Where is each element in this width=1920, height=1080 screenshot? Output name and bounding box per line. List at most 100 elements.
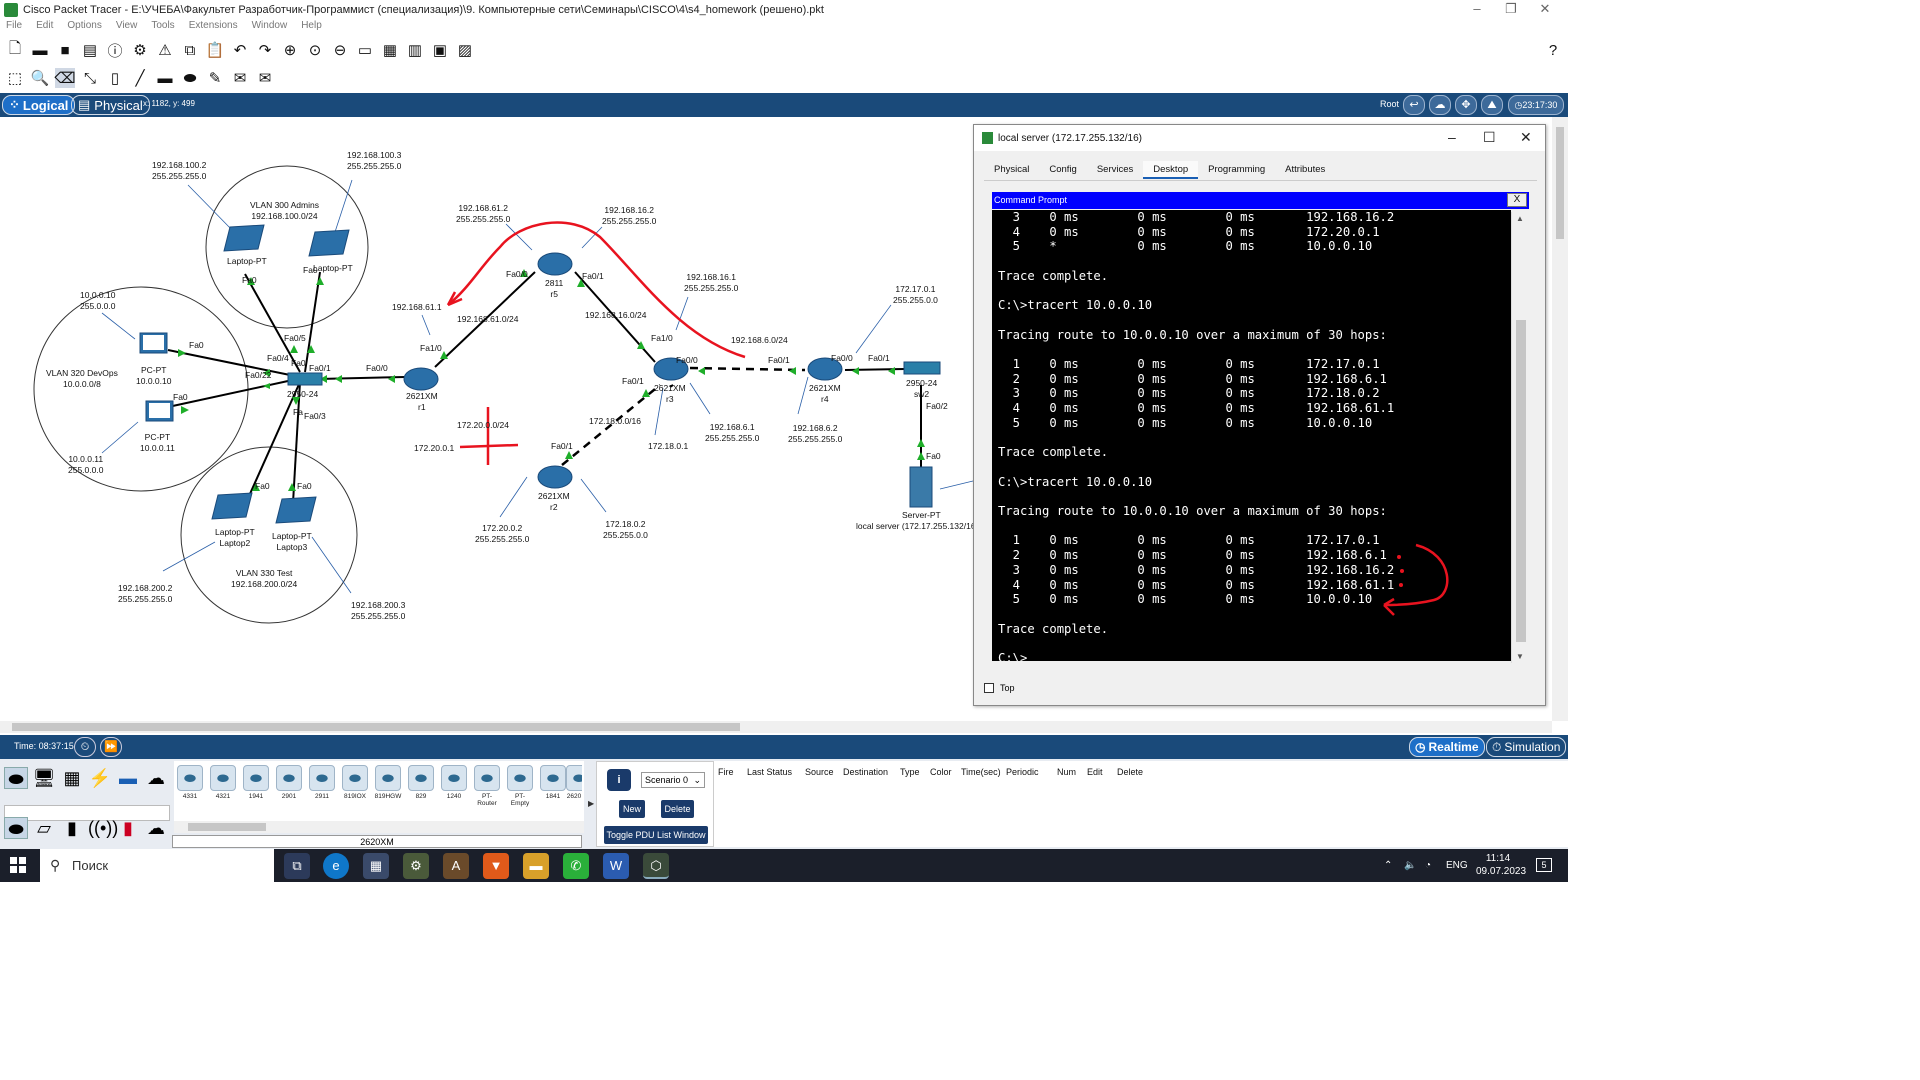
pdf-icon[interactable]: A <box>443 853 469 879</box>
model-819hgw[interactable]: ⬬ 819HGW <box>374 765 402 800</box>
tab-physical[interactable]: Physical <box>984 161 1039 179</box>
laptop1-device[interactable]: Laptop-PT <box>313 263 353 274</box>
network-devices-icon[interactable]: ⬬ <box>4 767 28 789</box>
r4-device[interactable]: 2621XM r4 <box>809 383 841 405</box>
model-pt-router[interactable]: ⬬ PT-Router <box>473 765 501 807</box>
tab-attributes[interactable]: Attributes <box>1275 161 1335 179</box>
fast-forward-icon[interactable]: ⏩ <box>100 737 122 757</box>
app-icon[interactable]: ⚙ <box>403 853 429 879</box>
taskbar-clock[interactable]: 11:14 09.07.2023 <box>1476 852 1526 878</box>
device-window-titlebar[interactable]: local server (172.17.255.132/16) – ☐ ✕ <box>974 125 1545 151</box>
screenshot-icon[interactable]: ▨ <box>455 40 475 60</box>
hubs-icon[interactable]: ▮ <box>60 817 84 839</box>
notifications-icon[interactable]: 5 <box>1536 858 1552 872</box>
r5-device[interactable]: 2811 r5 <box>545 278 563 300</box>
zoom-out-icon[interactable]: ⊖ <box>330 40 350 60</box>
pdu-col-color[interactable]: Color <box>930 767 952 777</box>
packet-tracer-task-icon[interactable]: ⬡ <box>643 853 669 879</box>
note-icon[interactable]: ▯ <box>105 68 125 88</box>
model-4331[interactable]: ⬬ 4331 <box>176 765 204 800</box>
tray-expand-icon[interactable]: ⌃ <box>1384 859 1392 872</box>
activity-wizard-icon[interactable]: ⚠ <box>155 40 175 60</box>
menu-extensions[interactable]: Extensions <box>189 20 238 35</box>
expand-arrow-icon[interactable]: ▶ <box>588 799 594 808</box>
model-pt-empty[interactable]: ⬬ PT-Empty <box>506 765 534 807</box>
undo-icon[interactable]: ↶ <box>230 40 250 60</box>
model-819iox[interactable]: ⬬ 819IOX <box>341 765 369 800</box>
security-icon[interactable]: ▮ <box>116 817 140 839</box>
zoom-reset-icon[interactable]: ⊙ <box>305 40 325 60</box>
freeform-icon[interactable]: ✎ <box>205 68 225 88</box>
delete-scenario-button[interactable]: Delete <box>661 800 694 818</box>
close-button[interactable]: ✕ <box>1530 0 1560 20</box>
laptop3-device[interactable]: Laptop-PT Laptop3 <box>272 531 312 553</box>
laptop0-device[interactable]: Laptop-PT <box>227 256 267 267</box>
server-device[interactable]: Server-PT local server (172.17.255.132/16… <box>856 510 973 532</box>
print-icon[interactable]: ▤ <box>80 40 100 60</box>
scroll-down-icon[interactable]: ▼ <box>1516 652 1524 661</box>
switches-icon[interactable]: ▱ <box>32 817 56 839</box>
model-2901[interactable]: ⬬ 2901 <box>275 765 303 800</box>
laptop2-device[interactable]: Laptop-PT Laptop2 <box>215 527 255 549</box>
menu-help[interactable]: Help <box>301 20 322 35</box>
scrollbar-thumb[interactable] <box>12 723 740 731</box>
calculator-icon[interactable]: ▦ <box>363 853 389 879</box>
inspect-icon[interactable]: 🔍 <box>30 68 50 88</box>
model-1941[interactable]: ⬬ 1941 <box>242 765 270 800</box>
move-object-icon[interactable]: ✥ <box>1455 95 1477 115</box>
routers-icon[interactable]: ⬬ <box>4 817 28 839</box>
device-maximize-button[interactable]: ☐ <box>1483 129 1496 146</box>
info-icon[interactable]: ⓘ <box>105 40 125 60</box>
file-explorer-icon[interactable]: ▬ <box>523 853 549 879</box>
word-icon[interactable]: W <box>603 853 629 879</box>
toggle-pdu-list-button[interactable]: Toggle PDU List Window <box>604 826 708 844</box>
terminal-scrollbar[interactable]: ▲ ▼ <box>1511 212 1529 663</box>
command-prompt-close-button[interactable]: X <box>1507 193 1527 207</box>
delete-icon[interactable]: ⌫ <box>54 68 76 88</box>
r2-device[interactable]: 2621XM r2 <box>538 491 570 513</box>
scenario-select[interactable]: Scenario 0 ⌄ <box>641 772 705 788</box>
pdu-col-delete[interactable]: Delete <box>1117 767 1143 777</box>
network-info-icon[interactable]: ▣ <box>430 40 450 60</box>
network-wizard-icon[interactable]: ⚙ <box>130 40 150 60</box>
drawing-palette-icon[interactable]: ▭ <box>355 40 375 60</box>
menu-options[interactable]: Options <box>67 20 101 35</box>
menu-file[interactable]: File <box>6 20 22 35</box>
add-complex-pdu-icon[interactable]: ✉ <box>255 68 275 88</box>
tab-desktop[interactable]: Desktop <box>1143 161 1199 179</box>
redo-icon[interactable]: ↷ <box>255 40 275 60</box>
multiuser-icon[interactable]: ☁ <box>144 767 168 789</box>
volume-icon[interactable]: 🔈 <box>1404 859 1416 872</box>
windows-start-icon[interactable] <box>10 857 26 873</box>
custom-devices-icon[interactable]: ▦ <box>380 40 400 60</box>
power-cycle-icon[interactable]: ⏲ <box>74 737 96 757</box>
paste-icon[interactable]: 📋 <box>205 40 225 60</box>
pdu-col-source[interactable]: Source <box>805 767 834 777</box>
copy-icon[interactable]: ⧉ <box>180 40 200 60</box>
task-view-icon[interactable]: ⧉ <box>284 853 310 879</box>
back-icon[interactable]: ↩ <box>1403 95 1425 115</box>
ellipse-icon[interactable]: ⬬ <box>180 68 200 88</box>
minimize-button[interactable]: – <box>1462 0 1492 20</box>
menu-view[interactable]: View <box>116 20 138 35</box>
workspace-vertical-scrollbar[interactable] <box>1552 117 1568 721</box>
clock-viewport-button[interactable]: ◷23:17:30 <box>1508 95 1564 115</box>
new-file-icon[interactable]: 🗋 <box>5 40 25 60</box>
model-1240[interactable]: ⬬ 1240 <box>440 765 468 800</box>
logical-mode-button[interactable]: ⁘ Logical <box>2 95 76 115</box>
add-simple-pdu-icon[interactable]: ✉ <box>230 68 250 88</box>
top-checkbox[interactable]: Top <box>984 683 1015 693</box>
sw1-device[interactable]: 2950-24 <box>287 389 318 400</box>
language-indicator[interactable]: ENG <box>1446 859 1468 872</box>
pc1-device[interactable]: PC-PT 10.0.0.11 <box>140 432 175 454</box>
r3-device[interactable]: 2621XM r3 <box>654 383 686 405</box>
help-icon[interactable]: ? <box>1543 40 1563 60</box>
info-icon[interactable]: i <box>607 769 631 791</box>
model-4321[interactable]: ⬬ 4321 <box>209 765 237 800</box>
device-close-button[interactable]: ✕ <box>1520 129 1532 146</box>
physical-mode-button[interactable]: ▤ Physical <box>71 95 150 115</box>
workspace-horizontal-scrollbar[interactable] <box>0 721 1552 733</box>
model-829[interactable]: ⬬ 829 <box>407 765 435 800</box>
line-icon[interactable]: ╱ <box>130 68 150 88</box>
viewport-icon[interactable]: ▥ <box>405 40 425 60</box>
